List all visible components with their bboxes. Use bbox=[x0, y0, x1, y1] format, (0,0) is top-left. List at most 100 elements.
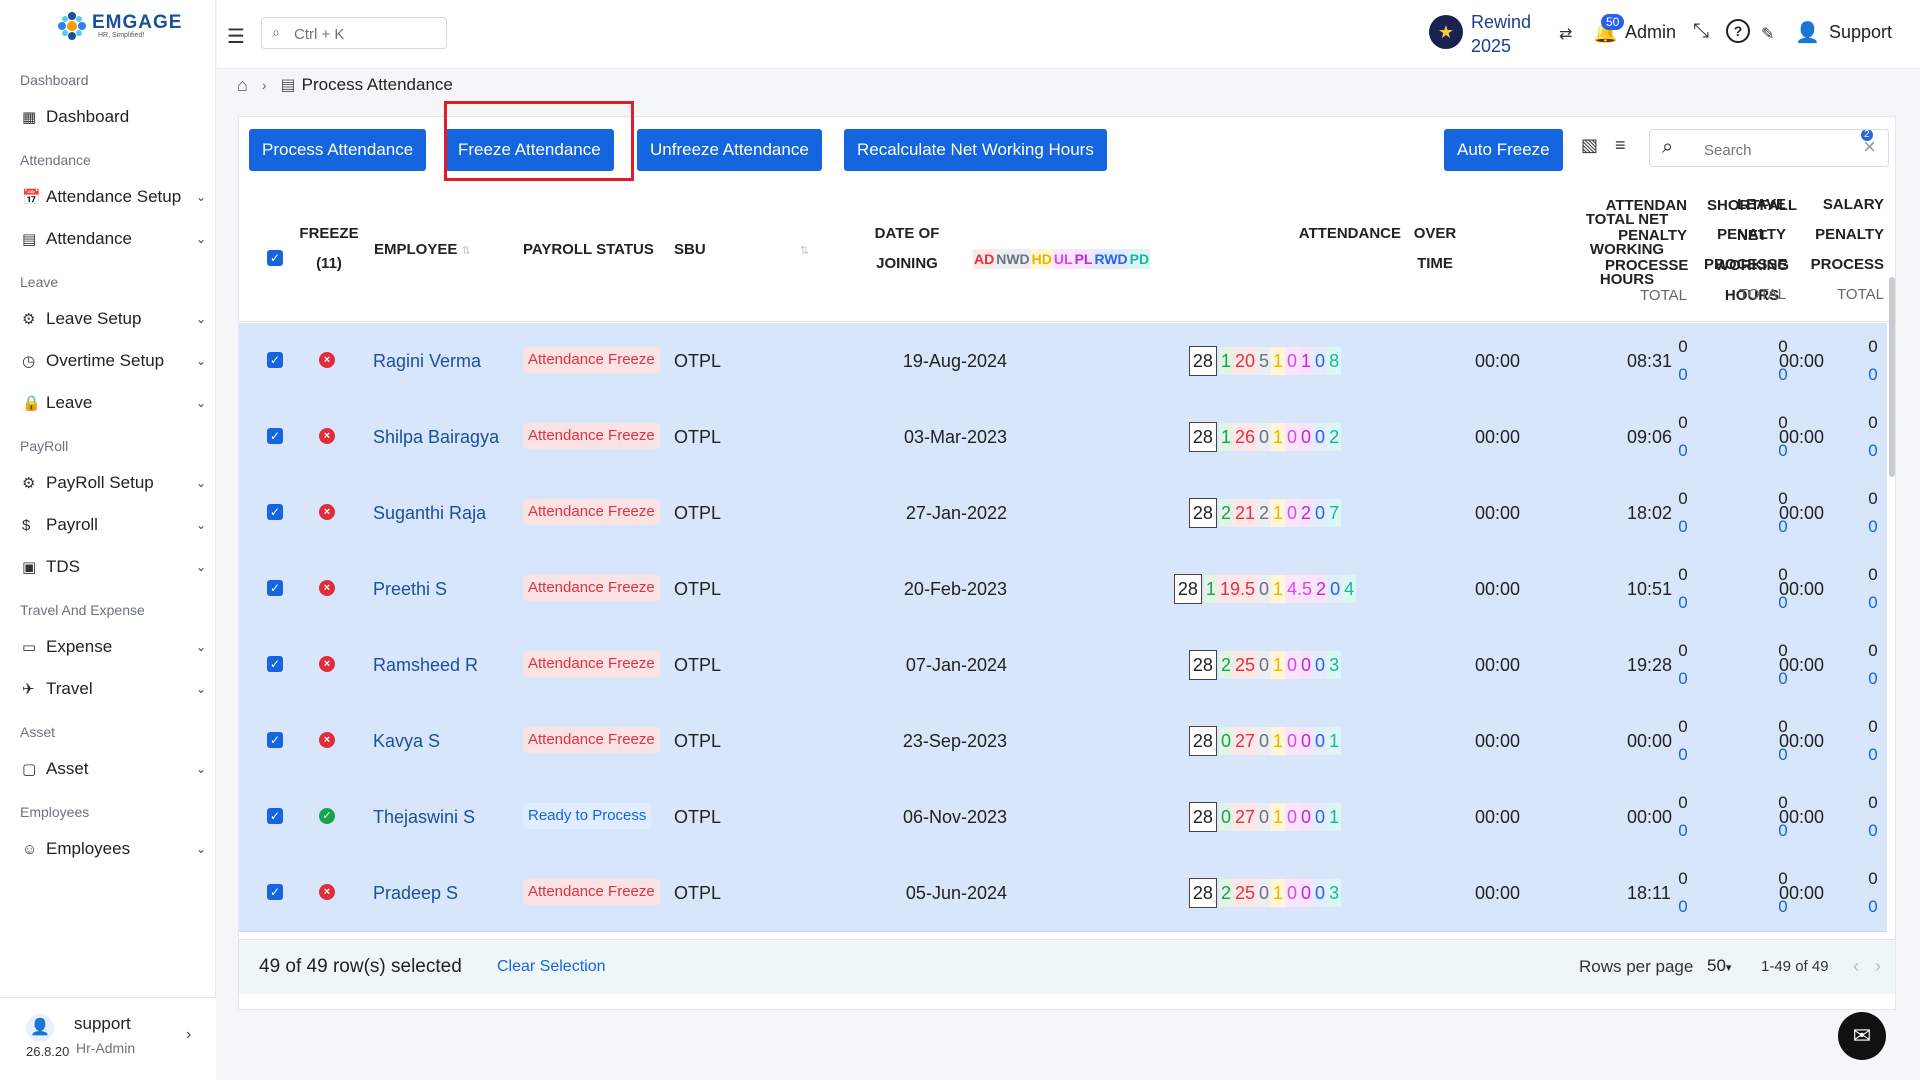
row-checkbox[interactable]: ✓ bbox=[267, 352, 283, 368]
penalty-processed-link[interactable]: 0 bbox=[1673, 589, 1693, 617]
col-freeze[interactable]: FREEZE (11) bbox=[297, 219, 361, 279]
sidebar-item-attendance-setup[interactable]: 📅 Attendance Setup ⌄ bbox=[0, 176, 216, 218]
col-date-of-joining[interactable]: DATE OF JOINING bbox=[857, 219, 957, 279]
chevron-down-icon[interactable]: ⌄ bbox=[196, 560, 206, 574]
chevron-down-icon[interactable]: ⌄ bbox=[196, 190, 206, 204]
sidebar-item-tds[interactable]: ▣ TDS ⌄ bbox=[0, 546, 216, 588]
row-checkbox[interactable]: ✓ bbox=[267, 732, 283, 748]
col-leave-penalty[interactable]: LEAVE PENALTY PROCESSE TOTAL bbox=[1704, 190, 1787, 310]
freeze-attendance-button[interactable]: Freeze Attendance bbox=[445, 129, 614, 171]
sidebar-item-travel[interactable]: ✈ Travel ⌄ bbox=[0, 668, 216, 710]
penalty-processed-link[interactable]: 0 bbox=[1673, 817, 1693, 845]
sidebar-item-dashboard[interactable]: ▦ Dashboard bbox=[0, 96, 216, 138]
row-checkbox[interactable]: ✓ bbox=[267, 656, 283, 672]
penalty-processed-link[interactable]: 0 bbox=[1673, 893, 1693, 921]
chevron-down-icon[interactable]: ⌄ bbox=[196, 842, 206, 856]
menu-toggle-icon[interactable]: ☰ bbox=[227, 24, 245, 49]
table-scrollbar[interactable] bbox=[1889, 277, 1895, 477]
table-row[interactable]: ✓ × Preethi S Attendance Freeze OTPL 20-Feb-2… bbox=[239, 551, 1887, 628]
sidebar-item-expense[interactable]: ▭ Expense ⌄ bbox=[0, 626, 216, 668]
penalty-processed-link[interactable]: 0 bbox=[1673, 665, 1693, 693]
sidebar-item-overtime-setup[interactable]: ◷ Overtime Setup ⌄ bbox=[0, 340, 216, 382]
employee-name-link[interactable]: Ragini Verma bbox=[373, 323, 481, 399]
sort-icon[interactable]: ⇅ bbox=[800, 245, 809, 257]
sidebar-item-leave-setup[interactable]: ⚙ Leave Setup ⌄ bbox=[0, 298, 216, 340]
support-user-icon[interactable]: 👤 bbox=[1795, 20, 1820, 45]
sidebar-item-employees[interactable]: ☺ Employees ⌄ bbox=[0, 828, 216, 870]
select-all-checkbox[interactable]: ✓ bbox=[267, 250, 283, 266]
support-menu[interactable]: Support bbox=[1829, 22, 1892, 43]
close-circle-icon[interactable]: × bbox=[319, 732, 335, 748]
process-attendance-button[interactable]: Process Attendance bbox=[249, 129, 427, 171]
unfreeze-attendance-button[interactable]: Unfreeze Attendance bbox=[637, 129, 822, 171]
row-checkbox[interactable]: ✓ bbox=[267, 504, 283, 520]
prev-page-icon[interactable]: ‹ bbox=[1853, 956, 1859, 977]
chevron-down-icon[interactable]: ⌄ bbox=[196, 396, 206, 410]
clear-selection-link[interactable]: Clear Selection bbox=[497, 958, 606, 976]
pin-icon[interactable]: ✎ bbox=[1761, 24, 1774, 44]
penalty-processed-link[interactable]: 0 bbox=[1773, 893, 1793, 921]
penalty-processed-link[interactable]: 0 bbox=[1863, 437, 1883, 465]
close-circle-icon[interactable]: × bbox=[319, 884, 335, 900]
table-search-input[interactable] bbox=[1702, 138, 1856, 162]
sidebar-item-leave[interactable]: 🔒 Leave ⌄ bbox=[0, 382, 216, 424]
table-row[interactable]: ✓ × Kavya S Attendance Freeze OTPL 23-Sep-202… bbox=[239, 703, 1887, 780]
penalty-processed-link[interactable]: 0 bbox=[1863, 589, 1883, 617]
check-circle-icon[interactable]: ✓ bbox=[319, 808, 335, 824]
home-icon[interactable]: ⌂ bbox=[237, 75, 248, 96]
penalty-processed-link[interactable]: 0 bbox=[1673, 741, 1693, 769]
translate-icon[interactable]: ⇄ bbox=[1559, 24, 1572, 44]
col-attendance[interactable]: ATTENDANCE bbox=[1089, 219, 1401, 249]
row-checkbox[interactable]: ✓ bbox=[267, 580, 283, 596]
penalty-processed-link[interactable]: 0 bbox=[1863, 893, 1883, 921]
employee-name-link[interactable]: Suganthi Raja bbox=[373, 475, 486, 551]
col-salary-penalty[interactable]: SALARY PENALTY PROCESS TOTAL bbox=[1804, 190, 1884, 310]
col-overtime[interactable]: OVER TIME bbox=[1405, 219, 1465, 279]
employee-name-link[interactable]: Kavya S bbox=[373, 703, 440, 779]
global-search-input[interactable] bbox=[292, 22, 446, 46]
penalty-processed-link[interactable]: 0 bbox=[1673, 513, 1693, 541]
close-circle-icon[interactable]: × bbox=[319, 504, 335, 520]
table-row[interactable]: ✓ × Pradeep S Attendance Freeze OTPL 05-Jun-2… bbox=[239, 855, 1887, 932]
fullscreen-icon[interactable]: ⤡ bbox=[1693, 20, 1709, 43]
penalty-processed-link[interactable]: 0 bbox=[1863, 361, 1883, 389]
employee-name-link[interactable]: Pradeep S bbox=[373, 855, 458, 931]
row-checkbox[interactable]: ✓ bbox=[267, 884, 283, 900]
sidebar-item-attendance[interactable]: ▤ Attendance ⌄ bbox=[0, 218, 216, 260]
employee-name-link[interactable]: Preethi S bbox=[373, 551, 447, 627]
global-search[interactable]: ⌕ bbox=[261, 17, 447, 49]
table-row[interactable]: ✓ × Ragini Verma Attendance Freeze OTPL 19-Au… bbox=[239, 323, 1887, 400]
penalty-processed-link[interactable]: 0 bbox=[1773, 817, 1793, 845]
user-profile[interactable]: 👤 support 26.8.20 Hr-Admin › bbox=[0, 997, 216, 1080]
penalty-processed-link[interactable]: 0 bbox=[1863, 513, 1883, 541]
penalty-processed-link[interactable]: 0 bbox=[1773, 665, 1793, 693]
table-row[interactable]: ✓ × Suganthi Raja Attendance Freeze OTPL 27-J… bbox=[239, 475, 1887, 552]
penalty-processed-link[interactable]: 0 bbox=[1673, 437, 1693, 465]
clear-search-icon[interactable]: × bbox=[1863, 134, 1876, 160]
table-row[interactable]: ✓ ✓ Thejaswini S Ready to Process OTPL 06-Nov… bbox=[239, 779, 1887, 856]
chevron-down-icon[interactable]: ⌄ bbox=[196, 312, 206, 326]
chevron-down-icon[interactable]: ⌄ bbox=[196, 354, 206, 368]
help-icon[interactable]: ? bbox=[1725, 18, 1751, 50]
chevron-down-icon[interactable]: ⌄ bbox=[196, 518, 206, 532]
close-circle-icon[interactable]: × bbox=[319, 580, 335, 596]
penalty-processed-link[interactable]: 0 bbox=[1863, 817, 1883, 845]
sidebar-item-asset[interactable]: ▢ Asset ⌄ bbox=[0, 748, 216, 790]
table-row[interactable]: ✓ × Shilpa Bairagya Attendance Freeze OTPL 03… bbox=[239, 399, 1887, 476]
chevron-down-icon[interactable]: ⌄ bbox=[196, 476, 206, 490]
penalty-processed-link[interactable]: 0 bbox=[1673, 361, 1693, 389]
close-circle-icon[interactable]: × bbox=[319, 428, 335, 444]
chevron-down-icon[interactable]: ⌄ bbox=[196, 640, 206, 654]
rows-per-page-select[interactable]: 50▾ bbox=[1707, 956, 1731, 976]
table-search[interactable]: ⌕ × bbox=[1649, 129, 1889, 167]
excel-export-icon[interactable]: ▧ bbox=[1581, 135, 1598, 156]
row-checkbox[interactable]: ✓ bbox=[267, 808, 283, 824]
rewind-link[interactable]: Rewind 2025 bbox=[1471, 10, 1531, 58]
employee-name-link[interactable]: Thejaswini S bbox=[373, 779, 475, 855]
sort-icon[interactable]: ⇅ bbox=[462, 245, 471, 257]
auto-freeze-button[interactable]: Auto Freeze bbox=[1444, 129, 1563, 171]
row-checkbox[interactable]: ✓ bbox=[267, 428, 283, 444]
mail-icon[interactable]: ✉ bbox=[1838, 1012, 1886, 1060]
chevron-down-icon[interactable]: ⌄ bbox=[196, 232, 206, 246]
penalty-processed-link[interactable]: 0 bbox=[1773, 361, 1793, 389]
